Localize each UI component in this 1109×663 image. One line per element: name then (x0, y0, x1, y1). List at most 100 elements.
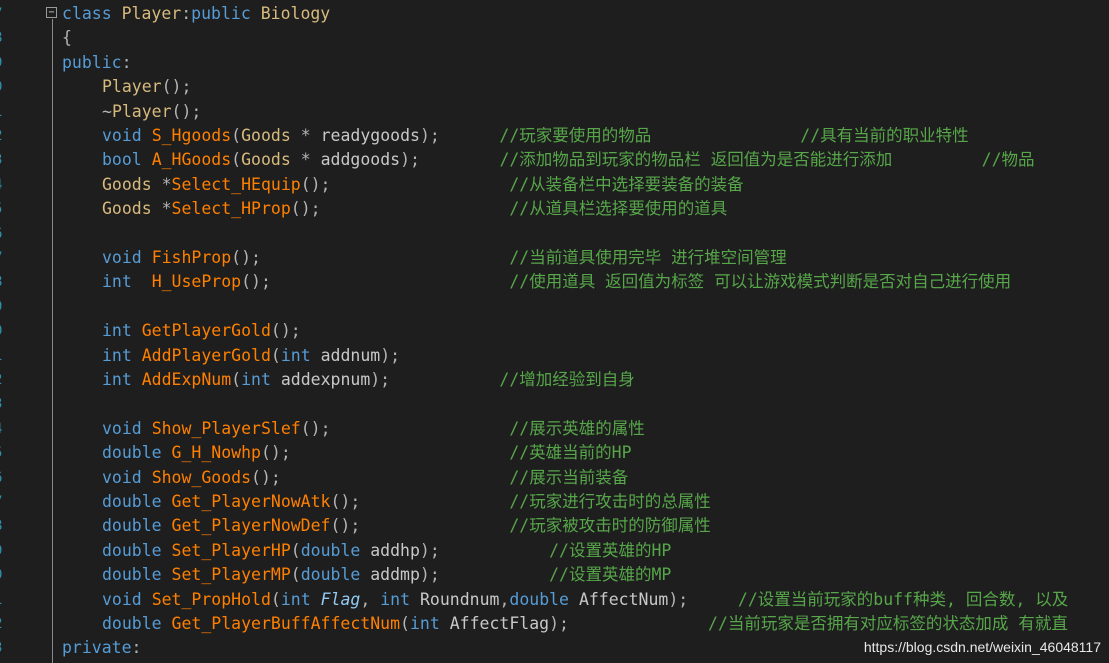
code-token: int (280, 345, 311, 365)
code-token: Goods (102, 199, 152, 219)
line-number: 4 (0, 421, 4, 437)
code-line: private: (62, 638, 141, 658)
code-token: ); (400, 150, 420, 170)
code-line: int H_UseProp(); //使用道具 返回值为标签 可以让游戏模式判断… (102, 272, 1011, 292)
line-number: 4 (0, 177, 4, 193)
code-comment: //展示当前装备 (509, 467, 629, 487)
code-token: , (360, 589, 381, 609)
code-token: addgoods (320, 150, 401, 170)
code-token: void (102, 589, 142, 609)
code-token: ( (231, 370, 242, 389)
code-token: (); (260, 443, 291, 463)
code-token: (); (171, 101, 202, 121)
fold-guide-line (52, 19, 53, 663)
watermark: https://blog.csdn.net/weixin_46048117 (863, 639, 1101, 655)
line-number: 2 (0, 128, 4, 144)
code-token: AffectNum (578, 589, 669, 609)
collapse-minus-icon[interactable]: − (46, 7, 57, 18)
line-number: 8 (0, 30, 4, 46)
code-token: Set_PlayerMP (171, 565, 291, 585)
code-comment: //从装备栏中选择要装备的装备 (509, 174, 744, 194)
code-line: double Get_PlayerNowDef(); //玩家被攻击时的防御属性 (102, 516, 711, 536)
code-line: void FishProp(); //当前道具使用完毕 进行堆空间管理 (102, 248, 787, 268)
code-token: Biology (260, 4, 331, 23)
line-number: 6 (0, 226, 4, 242)
code-token: void (102, 467, 142, 487)
code-token: AddExpNum (141, 370, 232, 389)
code-line: double Get_PlayerBuffAffectNum(int Affec… (102, 614, 1068, 634)
line-number: 2 (0, 372, 4, 388)
code-token: Set_PropHold (151, 589, 271, 609)
code-token: Show_Goods (151, 467, 252, 487)
code-token: (); (330, 516, 361, 536)
code-token: ( (270, 589, 281, 609)
line-number: 8 (0, 518, 4, 534)
line-number: 1 (0, 104, 4, 120)
code-token: Goods (241, 126, 291, 145)
code-token: * (151, 199, 172, 219)
line-number: 8 (0, 274, 4, 290)
code-comment: //展示英雄的属性 (509, 418, 645, 438)
code-comment: //设置当前玩家的buff种类, 回合数, 以及 (737, 589, 1069, 609)
code-token: Roundnum (419, 589, 500, 609)
line-number: 2 (0, 616, 4, 632)
code-token: addhp (370, 540, 420, 560)
code-token: Set_PlayerHP (171, 540, 291, 560)
code-token: Get_PlayerNowDef (171, 516, 331, 536)
line-number: 7 (0, 6, 4, 22)
code-token: Goods (241, 150, 291, 170)
code-token: ); (549, 614, 569, 633)
line-number: 9 (0, 543, 4, 559)
code-token: ( (290, 565, 301, 585)
line-number: 5 (0, 201, 4, 217)
code-token: AffectFlag (449, 614, 550, 633)
code-token: (); (270, 321, 301, 341)
code-token: ( (400, 614, 410, 633)
code-editor[interactable]: 7 8 9 0 1 2 3 4 5 6 7 8 9 0 1 2 3 4 5 6 7 8 9 0 1 2 3 − class Play… (0, 0, 1109, 663)
code-line: public: (62, 53, 132, 73)
code-token: readygoods (320, 126, 420, 145)
code-token: ( (270, 345, 281, 365)
code-token: double (102, 516, 162, 536)
code-line: Player(); (102, 77, 191, 97)
code-token: int (102, 345, 132, 365)
code-token: bool (102, 150, 142, 170)
code-line: bool A_HGoods(Goods * addgoods); //添加物品到… (102, 150, 1035, 170)
line-number: 3 (0, 640, 4, 656)
code-token: ( (231, 150, 242, 170)
code-token: ); (380, 345, 401, 365)
code-token: ); (419, 565, 440, 585)
code-comment: //英雄当前的HP (509, 443, 632, 463)
code-line: double G_H_Nowhp(); //英雄当前的HP (102, 443, 632, 463)
code-line: double Set_PlayerMP(double addmp); //设置英… (102, 565, 671, 585)
code-token: addmp (370, 565, 420, 585)
code-comment: //设置英雄的MP (549, 565, 672, 585)
code-token: double (300, 540, 361, 560)
code-token: (); (330, 492, 361, 511)
code-token: void (102, 248, 142, 267)
code-line: int AddPlayerGold(int addnum); (102, 346, 400, 366)
